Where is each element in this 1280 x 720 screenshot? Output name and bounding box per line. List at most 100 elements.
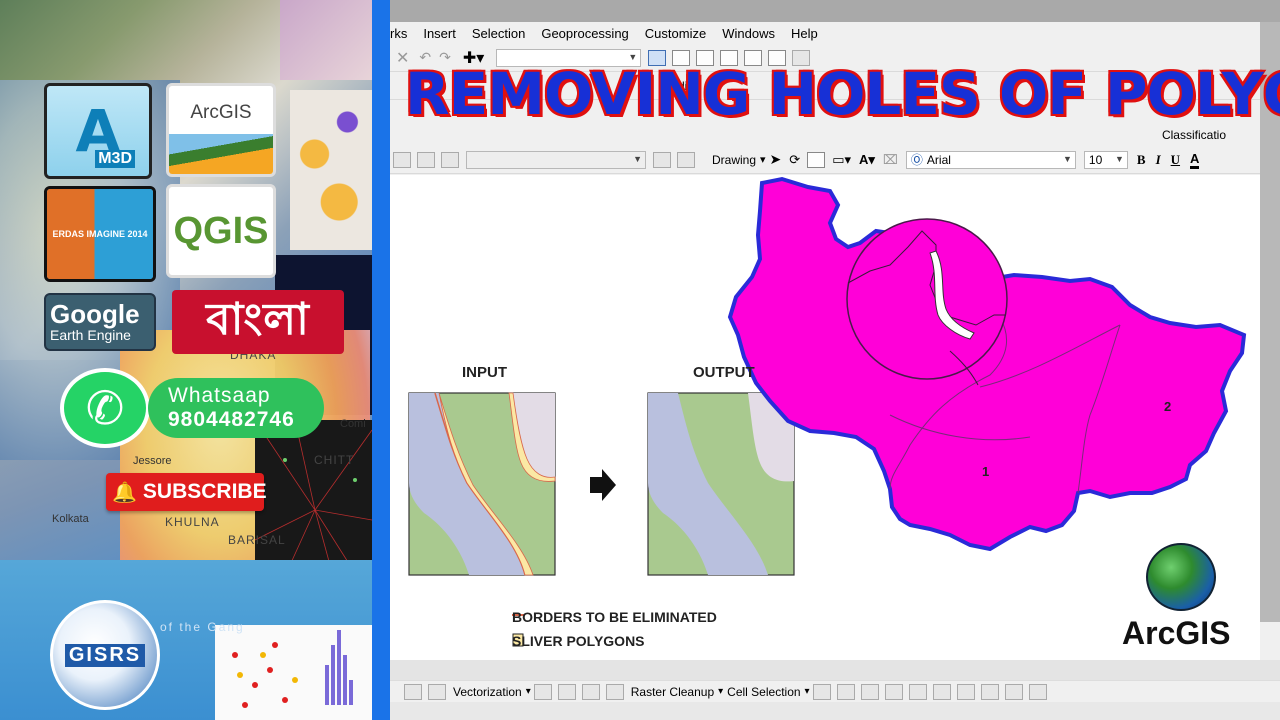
- font-size-value: 10: [1088, 152, 1103, 167]
- classification-combo[interactable]: Classificatio: [1162, 128, 1226, 142]
- screen: DHAKA KHULNA BARISAL Jessore Kolkata CHI…: [0, 0, 1280, 720]
- subscribe-button[interactable]: 🔔 SUBSCRIBE: [106, 473, 267, 511]
- raster-cleanup-dropdown-icon[interactable]: ▾: [718, 686, 723, 697]
- bell-icon: 🔔: [112, 481, 137, 504]
- grip-icon: [404, 683, 422, 700]
- italic-button[interactable]: I: [1156, 152, 1161, 168]
- legend-borders-label: BORDERS TO BE ELIMINATED: [512, 609, 717, 625]
- zoom-whole-page-icon[interactable]: [807, 151, 826, 168]
- legend-item-slivers: SLIVER POLYGONS: [512, 633, 645, 649]
- font-name-combo[interactable]: Ⓞ Arial ▼: [905, 150, 1076, 169]
- map-label-kolkata: Kolkata: [52, 513, 89, 525]
- input-label: INPUT: [462, 364, 507, 381]
- bangla-text: বাংলা: [206, 293, 310, 345]
- qgis-text: QGIS: [173, 209, 269, 252]
- table-icon[interactable]: [653, 151, 671, 168]
- arcgis-logo-text: ArcGIS: [1122, 615, 1231, 651]
- whatsapp-icon[interactable]: ✆: [60, 368, 150, 448]
- subscribe-label: SUBSCRIBE: [142, 480, 267, 503]
- cell-tool6-icon[interactable]: [932, 683, 951, 700]
- vectorization-menu[interactable]: Vectorization: [453, 685, 522, 699]
- menu-bar: rks Insert Selection Geoprocessing Custo…: [390, 22, 1280, 44]
- whatsapp-number: 9804482746: [168, 408, 295, 431]
- cell-tool10-icon[interactable]: [1028, 683, 1047, 700]
- layer-combo[interactable]: ▼: [466, 150, 646, 169]
- menu-customize[interactable]: Customize: [637, 26, 714, 41]
- scatter-plot-image: [215, 625, 372, 720]
- rectangle-icon[interactable]: ▭▾: [832, 152, 851, 168]
- menu-selection[interactable]: Selection: [464, 26, 533, 41]
- cell-selection-menu[interactable]: Cell Selection: [727, 685, 800, 699]
- cell-tool2-icon[interactable]: [836, 683, 855, 700]
- cell-selection-dropdown-icon[interactable]: ▾: [805, 686, 810, 697]
- rotate-icon[interactable]: ⟳: [789, 152, 800, 168]
- landcover-map-image: [280, 0, 372, 80]
- map-label-barisal: BARISAL: [228, 533, 286, 547]
- m3d-label: M3D: [95, 150, 135, 168]
- vectorization-dropdown-icon[interactable]: ▾: [526, 686, 531, 697]
- gisrs-globe-logo: GISRS: [50, 600, 160, 710]
- whatsapp-contact[interactable]: Whatsaap 9804482746: [148, 378, 324, 438]
- text-tool-icon[interactable]: A▾: [859, 152, 875, 168]
- whatsapp-label: Whatsaap: [168, 384, 271, 407]
- menu-geoprocessing[interactable]: Geoprocessing: [533, 26, 636, 41]
- polygon-label-2: 2: [1164, 399, 1171, 414]
- snap-icon[interactable]: [441, 151, 459, 168]
- grid2-icon[interactable]: [417, 151, 435, 168]
- bold-button[interactable]: B: [1137, 152, 1146, 168]
- desktop-strip: [390, 0, 1280, 22]
- sketch-icon[interactable]: [677, 151, 695, 168]
- edit-vertices-icon[interactable]: ⌧: [883, 152, 898, 168]
- drawing-dropdown-icon[interactable]: ▾: [760, 153, 766, 166]
- grid-icon[interactable]: [393, 151, 411, 168]
- vector-tool2-icon[interactable]: [557, 683, 576, 700]
- output-label: OUTPUT: [693, 364, 755, 381]
- map-label-jessore: Jessore: [133, 455, 172, 467]
- bangla-badge: বাংলা: [172, 290, 344, 354]
- qgis-logo: QGIS: [166, 184, 276, 278]
- font-color-button[interactable]: A: [1190, 151, 1200, 169]
- cell-tool1-icon[interactable]: [812, 683, 831, 700]
- cell-tool7-icon[interactable]: [956, 683, 975, 700]
- gee-line2: Earth Engine: [50, 326, 131, 343]
- status-gap: [390, 660, 1280, 680]
- menu-windows[interactable]: Windows: [714, 26, 783, 41]
- bottom-strip: [390, 702, 1280, 720]
- cell-tool3-icon[interactable]: [860, 683, 879, 700]
- gee-line1: Google: [50, 298, 140, 329]
- output-diagram: [647, 392, 795, 576]
- menu-help[interactable]: Help: [783, 26, 826, 41]
- bubble-map-image: [290, 90, 372, 250]
- google-earth-engine-logo: Google Earth Engine: [44, 293, 156, 351]
- cell-tool9-icon[interactable]: [1004, 683, 1023, 700]
- cell-tool5-icon[interactable]: [908, 683, 927, 700]
- menu-insert[interactable]: Insert: [415, 26, 464, 41]
- underline-button[interactable]: U: [1171, 152, 1180, 168]
- video-title: REMOVING HOLES OF POLYGONS: [405, 60, 1280, 128]
- arcscan-icon[interactable]: [428, 683, 446, 700]
- map-label-chitt: CHITT: [314, 453, 355, 467]
- arcgis-badge-text: ArcGIS: [190, 102, 252, 123]
- erdas-text: ERDAS IMAGINE 2014: [47, 189, 153, 279]
- drawing-toolbar: ▼ Drawing ▾ ➤ ⟳ ▭▾ A▾ ⌧ Ⓞ Arial ▼ 10 ▼ B I …: [390, 146, 1260, 174]
- map-label-khulna: KHULNA: [165, 515, 220, 529]
- select-elements-icon[interactable]: ➤: [770, 151, 782, 168]
- polygon-map: 1 2: [727, 176, 1247, 552]
- arcgis-badge-band: [169, 134, 273, 174]
- raster-cleanup-menu[interactable]: Raster Cleanup: [631, 685, 714, 699]
- blue-divider: [372, 0, 390, 720]
- vector-tool3-icon[interactable]: [581, 683, 600, 700]
- polygon-label-1: 1: [982, 464, 989, 479]
- vector-tool1-icon[interactable]: [533, 683, 552, 700]
- erdas-imagine-logo: ERDAS IMAGINE 2014: [44, 186, 156, 282]
- map-canvas[interactable]: 1 2: [390, 175, 1260, 660]
- autocad-map3d-logo: A M3D: [44, 83, 152, 179]
- menu-bookmarks[interactable]: rks: [390, 26, 415, 41]
- cell-tool8-icon[interactable]: [980, 683, 999, 700]
- font-size-combo[interactable]: 10 ▼: [1083, 150, 1128, 169]
- input-diagram: [408, 392, 556, 576]
- drawing-menu[interactable]: Drawing: [712, 153, 756, 167]
- vector-tool4-icon[interactable]: [605, 683, 624, 700]
- promo-collage: DHAKA KHULNA BARISAL Jessore Kolkata CHI…: [0, 0, 372, 720]
- cell-tool4-icon[interactable]: [884, 683, 903, 700]
